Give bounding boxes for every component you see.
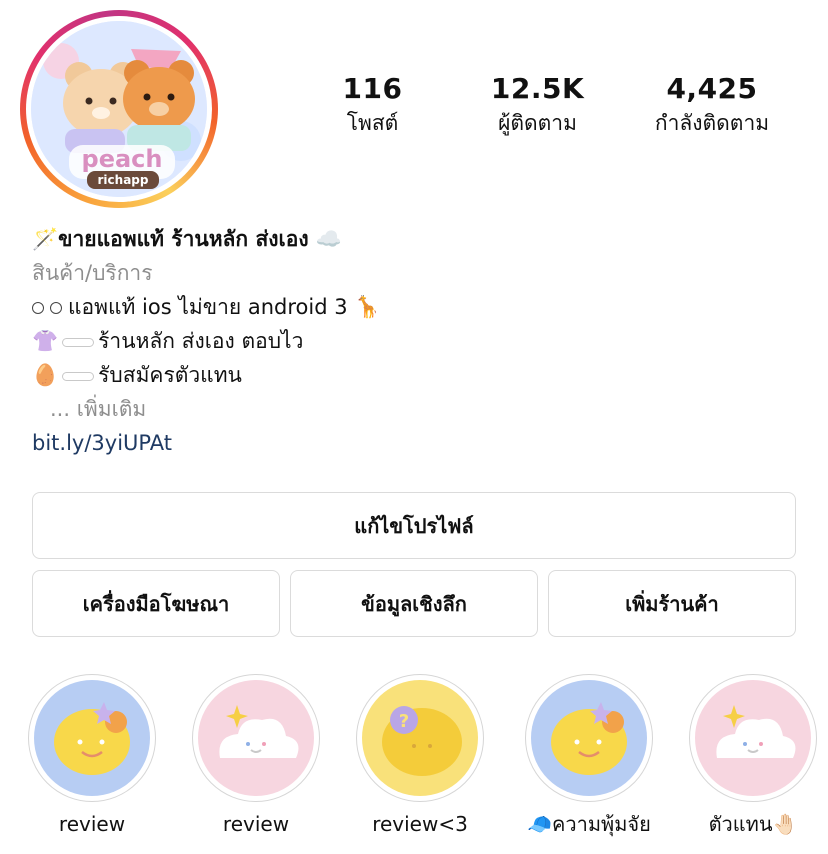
stat-followers[interactable]: 12.5K ผู้ติดตาม: [455, 70, 620, 138]
lemon-question-icon: ?: [362, 680, 478, 796]
followers-count: 12.5K: [490, 72, 585, 105]
bio-line-2: 👚 ร้านหลัก ส่งเอง ตอบไว: [32, 324, 812, 358]
highlight-ring: [28, 674, 156, 802]
add-shop-button[interactable]: เพิ่มร้านค้า: [548, 570, 796, 637]
insights-button[interactable]: ข้อมูลเชิงลึก: [290, 570, 538, 637]
highlight-item[interactable]: 🧢ความพุ้มจัย: [519, 674, 659, 838]
cloud-face-icon: [198, 680, 314, 796]
highlight-item[interactable]: review: [191, 674, 321, 838]
following-count: 4,425: [666, 72, 758, 105]
svg-text:richapp: richapp: [98, 173, 149, 187]
stat-posts[interactable]: 116 โพสต์: [300, 70, 445, 138]
svg-text:peach: peach: [82, 145, 163, 173]
profile-avatar-ring[interactable]: peach richapp: [20, 10, 218, 208]
cloud-face-icon: [695, 680, 811, 796]
egg-icon: 🥚: [32, 363, 59, 387]
bio-line-1: แอพแท้ ios ไม่ขาย android 3 🦒: [32, 290, 812, 324]
highlight-label: ตัวแทน🤚🏻: [708, 812, 798, 836]
lemon-face-icon: [531, 680, 647, 796]
profile-bio: 🪄ขายแอพแท้ ร้านหลัก ส่งเอง ☁️ สินค้า/บริ…: [32, 222, 812, 460]
circle-bullet-icon: [32, 302, 44, 314]
profile-stats: 116 โพสต์ 12.5K ผู้ติดตาม 4,425 กำลังติด…: [300, 70, 800, 138]
highlight-ring: [689, 674, 817, 802]
giraffe-icon: 🦒: [354, 295, 381, 319]
pill-divider-icon: [62, 371, 95, 381]
highlight-label: 🧢ความพุ้มจัย: [527, 812, 651, 836]
bio-line-1-text: แอพแท้ ios ไม่ขาย android 3: [68, 295, 348, 319]
highlight-label: review: [222, 812, 290, 836]
followers-label: ผู้ติดตาม: [498, 111, 577, 135]
magic-wand-icon: 🪄: [32, 227, 59, 251]
highlight-item[interactable]: ตัวแทน🤚🏻: [683, 674, 823, 838]
blouse-icon: 👚: [32, 329, 59, 353]
highlight-item[interactable]: ? review<3: [355, 674, 485, 838]
highlight-ring: [192, 674, 320, 802]
highlight-label: review: [58, 812, 126, 836]
highlight-label: review<3: [372, 812, 468, 836]
lemon-face-icon: [34, 680, 150, 796]
edit-profile-button[interactable]: แก้ไขโปรไฟล์: [32, 492, 796, 559]
bio-line-3: 🥚 รับสมัครตัวแทน: [32, 358, 812, 392]
bio-more-link[interactable]: ... เพิ่มเติม: [32, 392, 812, 426]
highlight-ring: [525, 674, 653, 802]
stat-following[interactable]: 4,425 กำลังติดตาม: [632, 70, 792, 138]
posts-label: โพสต์: [346, 111, 399, 135]
ad-tools-button[interactable]: เครื่องมือโฆษณา: [32, 570, 280, 637]
pill-divider-icon: [62, 337, 95, 347]
circle-bullet-icon: [50, 302, 62, 314]
profile-avatar[interactable]: peach richapp: [31, 21, 207, 197]
following-label: กำลังติดตาม: [654, 111, 770, 135]
bio-line-2-text: ร้านหลัก ส่งเอง ตอบไว: [98, 329, 304, 353]
svg-text:?: ?: [399, 711, 409, 732]
cloud-icon: ☁️: [315, 227, 343, 251]
bio-line-3-text: รับสมัครตัวแทน: [98, 363, 242, 387]
highlight-ring: ?: [356, 674, 484, 802]
bio-website-link[interactable]: bit.ly/3yiUPAt: [32, 426, 812, 460]
avatar-gap: peach richapp: [26, 16, 212, 202]
posts-count: 116: [342, 72, 403, 105]
profile-category: สินค้า/บริการ: [32, 261, 153, 285]
highlight-item[interactable]: review: [27, 674, 157, 838]
profile-name: 🪄ขายแอพแท้ ร้านหลัก ส่งเอง ☁️: [32, 222, 812, 256]
profile-name-text: ขายแอพแท้ ร้านหลัก ส่งเอง: [58, 227, 309, 251]
avatar-bears-illustration: peach richapp: [31, 21, 207, 197]
